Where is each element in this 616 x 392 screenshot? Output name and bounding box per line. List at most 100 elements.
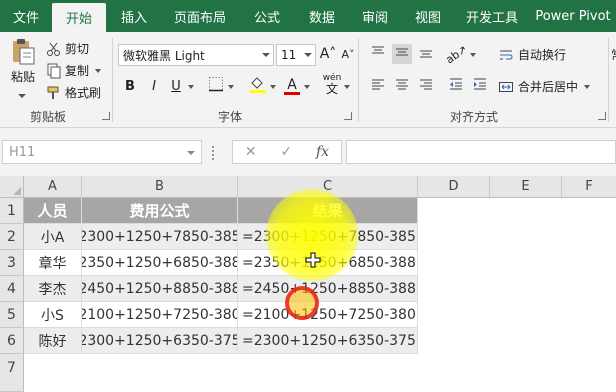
column-header-f[interactable]: F: [562, 176, 616, 198]
tab-view[interactable]: 视图: [402, 0, 454, 32]
tab-page-layout[interactable]: 页面布局: [162, 0, 238, 32]
select-all-corner[interactable]: [0, 176, 24, 198]
orientation-dropdown-icon[interactable]: [470, 53, 476, 57]
underline-button[interactable]: U: [166, 76, 186, 96]
fill-color-dropdown-icon[interactable]: [270, 85, 276, 89]
column-header-b[interactable]: B: [82, 176, 238, 198]
align-center-icon: [394, 76, 410, 96]
row-header-5[interactable]: 5: [0, 302, 24, 328]
table-cell[interactable]: 小S: [24, 302, 82, 328]
decrease-font-button[interactable]: A˅: [338, 44, 358, 64]
table-cell[interactable]: 2300+1250+6350-375: [82, 328, 238, 354]
table-header-cell[interactable]: 结果: [238, 198, 418, 224]
font-color-icon: A: [287, 76, 297, 93]
table-cell[interactable]: 2100+1250+7250-380: [82, 302, 238, 328]
row-header-7[interactable]: 7: [0, 354, 24, 392]
align-center-button[interactable]: [392, 76, 412, 96]
table-header-cell[interactable]: 人员: [24, 198, 82, 224]
increase-indent-button[interactable]: [470, 76, 490, 96]
column-header-c[interactable]: C: [238, 176, 418, 198]
insert-function-button[interactable]: fx: [316, 144, 329, 160]
enter-check-icon[interactable]: ✓: [280, 144, 292, 160]
align-middle-button[interactable]: [392, 44, 412, 64]
row-header-2[interactable]: 2: [0, 224, 24, 250]
paste-button[interactable]: 粘贴: [8, 38, 38, 85]
table-cell[interactable]: 李杰: [24, 276, 82, 302]
font-color-button[interactable]: A: [282, 76, 302, 96]
cut-button[interactable]: 剪切: [46, 40, 89, 57]
tab-data[interactable]: 数据: [296, 0, 348, 32]
phonetic-dropdown-icon[interactable]: [344, 85, 350, 89]
underline-dropdown-icon[interactable]: [188, 85, 194, 89]
table-cell[interactable]: =2300+1250+7850-385: [238, 224, 418, 250]
font-name-select[interactable]: 微软雅黑 Light: [118, 44, 274, 66]
table-cell[interactable]: =2100+1250+7250-380: [238, 302, 418, 328]
align-top-button[interactable]: [368, 44, 388, 64]
clipboard-group-label: 剪贴板: [30, 110, 67, 124]
name-box-dropdown-icon: [187, 151, 195, 155]
table-cell[interactable]: =2450+1250+8850-388: [238, 276, 418, 302]
font-launcher-icon[interactable]: [344, 112, 352, 120]
table-cell[interactable]: 小A: [24, 224, 82, 250]
merge-center-button[interactable]: 合并后居中: [498, 78, 591, 95]
clipboard-launcher-icon[interactable]: [102, 112, 110, 120]
tab-home[interactable]: 开始: [52, 3, 106, 32]
row-header-1[interactable]: 1: [0, 198, 24, 224]
tab-review[interactable]: 审阅: [348, 0, 402, 32]
alignment-group-label: 对齐方式: [450, 110, 499, 124]
table-cell[interactable]: 2450+1250+8850-388: [82, 276, 238, 302]
table-cell[interactable]: =2350+1250+6850-388: [238, 250, 418, 276]
borders-dropdown-icon[interactable]: [228, 85, 234, 89]
table-cell[interactable]: =2300+1250+6350-375: [238, 328, 418, 354]
paste-dropdown-icon[interactable]: [18, 94, 26, 98]
bold-button[interactable]: B: [120, 76, 140, 96]
tab-formulas[interactable]: 公式: [238, 0, 296, 32]
font-color-swatch: [284, 91, 300, 95]
copy-dropdown-icon[interactable]: [95, 68, 102, 73]
font-size-select[interactable]: 11: [276, 44, 316, 66]
tab-developer[interactable]: 开发工具: [454, 0, 530, 32]
tab-file[interactable]: 文件: [0, 0, 52, 32]
align-right-button[interactable]: [416, 76, 436, 96]
table-cell[interactable]: 陈好: [24, 328, 82, 354]
orientation-button[interactable]: ab↗: [443, 42, 469, 66]
align-left-button[interactable]: [368, 76, 388, 96]
paste-label: 粘贴: [10, 70, 35, 84]
font-color-dropdown-icon[interactable]: [304, 85, 310, 89]
column-header-e[interactable]: E: [490, 176, 562, 198]
copy-button[interactable]: 复制: [46, 62, 102, 79]
align-bottom-button[interactable]: [416, 44, 436, 64]
format-painter-button[interactable]: 格式刷: [46, 84, 101, 101]
column-header-a[interactable]: A: [24, 176, 82, 198]
cut-label: 剪切: [65, 42, 90, 56]
cancel-icon[interactable]: ✕: [245, 144, 257, 160]
increase-font-button[interactable]: A˄: [318, 44, 338, 64]
fill-color-button[interactable]: [248, 76, 268, 96]
phonetic-button[interactable]: wén 文: [322, 73, 342, 96]
italic-button[interactable]: I: [144, 76, 164, 96]
tab-power-pivot[interactable]: Power Pivot: [530, 0, 616, 32]
group-divider: [358, 38, 359, 122]
table-cell[interactable]: 章华: [24, 250, 82, 276]
table-header-cell[interactable]: 费用公式: [82, 198, 238, 224]
row-header-3[interactable]: 3: [0, 250, 24, 276]
alignment-launcher-icon[interactable]: [598, 112, 606, 120]
column-header-d[interactable]: D: [418, 176, 490, 198]
table-cell[interactable]: 2300+1250+7850-385: [82, 224, 238, 250]
row-header-4[interactable]: 4: [0, 276, 24, 302]
phonetic-char-icon: 文: [325, 82, 338, 96]
tab-insert[interactable]: 插入: [106, 0, 162, 32]
row-header-6[interactable]: 6: [0, 328, 24, 354]
borders-button[interactable]: [206, 76, 226, 96]
merge-cells-icon: [498, 79, 514, 95]
font-name-value: 微软雅黑 Light: [123, 48, 205, 63]
decrease-indent-button[interactable]: [446, 76, 466, 96]
formula-bar-grip[interactable]: [212, 146, 216, 160]
wrap-text-button[interactable]: 自动换行: [498, 46, 566, 63]
table-cell[interactable]: 2350+1250+6850-388: [82, 250, 238, 276]
name-box[interactable]: H11: [2, 140, 202, 164]
decrease-font-icon: A˅: [341, 47, 355, 61]
formula-input[interactable]: [346, 140, 616, 164]
format-painter-label: 格式刷: [65, 86, 102, 100]
merge-dropdown-icon[interactable]: [584, 84, 591, 89]
